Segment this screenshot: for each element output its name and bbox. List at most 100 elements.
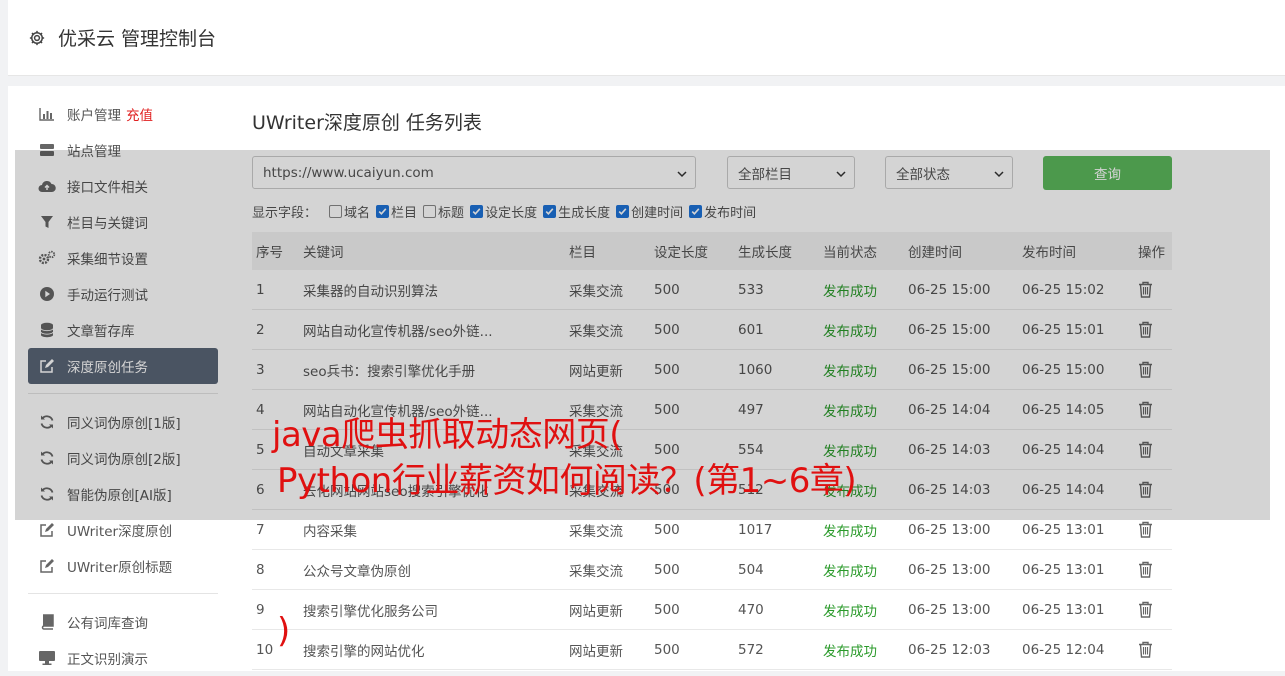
column-header: 栏目 [569, 245, 596, 261]
table-cell: seo兵书：搜索引擎优化手册 [303, 363, 476, 380]
trash-icon[interactable] [1138, 561, 1153, 578]
field-checkbox[interactable]: 创建时间 [616, 202, 683, 221]
trash-icon[interactable] [1138, 481, 1153, 498]
sidebar-item[interactable]: 深度原创任务 [28, 348, 218, 384]
table-cell: 发布成功 [823, 363, 877, 380]
table-cell: 500 [654, 281, 680, 298]
column-header: 设定长度 [654, 245, 708, 261]
fields-label: 显示字段： [252, 206, 318, 221]
table-cell: 500 [654, 361, 680, 378]
table-row: 1 采集器的自动识别算法 采集交流 500 533 发布成功 06-25 15:00 06-2… [252, 270, 1172, 310]
sidebar-item[interactable]: 接口文件相关 [28, 168, 218, 204]
banner-line-2: Python行业薪资如何阅读？(第1~6章) [277, 461, 857, 501]
recharge-link[interactable]: 充值 [126, 104, 153, 124]
sidebar-item[interactable]: 手动运行测试 [28, 276, 218, 312]
site-select[interactable]: https://www.ucaiyun.com [252, 156, 696, 189]
checkbox-checked-icon [689, 205, 703, 218]
table-cell: 网站更新 [569, 363, 623, 380]
trash-icon[interactable] [1138, 401, 1153, 418]
database-icon [38, 321, 56, 339]
chevron-down-icon [994, 167, 1004, 183]
table-cell: 1060 [738, 361, 773, 378]
table-cell: 601 [738, 321, 764, 338]
sidebar-item-label: 站点管理 [67, 144, 121, 160]
sidebar-item-label: 同义词伪原创[2版] [67, 452, 181, 468]
trash-icon[interactable] [1138, 521, 1153, 538]
field-checkbox[interactable]: 发布时间 [689, 202, 756, 221]
sidebar-item[interactable]: 账户管理 充值 [28, 96, 218, 132]
display-fields: 显示字段： 域名 栏目 标题 设定长度 生成长度 创建时间 发布时间 [252, 202, 762, 221]
column-header: 关键词 [303, 245, 344, 261]
banner-line-3: ) [277, 611, 290, 651]
field-checkbox[interactable]: 设定长度 [470, 202, 537, 221]
sidebar-item[interactable]: UWriter原创标题 [28, 548, 218, 584]
sidebar-item[interactable]: 同义词伪原创[1版] [28, 404, 218, 440]
bar-chart-icon [38, 105, 56, 123]
table-cell: 采集器的自动识别算法 [303, 283, 438, 300]
sidebar-item[interactable]: 栏目与关键词 [28, 204, 218, 240]
sidebar-item-label: 智能伪原创[AI版] [67, 488, 172, 504]
sidebar-item[interactable]: 采集细节设置 [28, 240, 218, 276]
sidebar-item-label: 同义词伪原创[1版] [67, 416, 181, 432]
sidebar-item-label: 采集细节设置 [67, 252, 148, 268]
column-header: 当前状态 [823, 245, 877, 261]
sidebar-item-label: 手动运行测试 [67, 288, 148, 304]
sidebar-item[interactable]: 智能伪原创[AI版] [28, 476, 218, 512]
checkbox-empty-icon [423, 205, 437, 218]
field-label: 创建时间 [631, 206, 684, 221]
table-cell: 7 [256, 521, 265, 538]
column-header: 创建时间 [908, 245, 962, 261]
trash-icon[interactable] [1138, 361, 1153, 378]
refresh-icon [38, 413, 56, 431]
table-cell: 2 [256, 321, 265, 338]
column-select[interactable]: 全部栏目 [727, 156, 855, 189]
field-label: 发布时间 [704, 206, 757, 221]
table-cell: 采集交流 [569, 283, 623, 300]
table-cell: 网站自动化宣传机器/seo外链... [303, 323, 493, 340]
sidebar-item-label: 接口文件相关 [67, 180, 148, 196]
table-cell: 06-25 15:00 [1022, 361, 1105, 378]
edit-icon [38, 557, 56, 575]
play-circle-icon [38, 285, 56, 303]
table-cell: 500 [654, 321, 680, 338]
sidebar-item[interactable]: 站点管理 [28, 132, 218, 168]
trash-icon[interactable] [1138, 641, 1153, 658]
field-checkbox[interactable]: 标题 [423, 202, 464, 221]
field-label: 栏目 [391, 206, 418, 221]
checkbox-checked-icon [376, 205, 390, 218]
gear-icon [28, 28, 48, 48]
chevron-down-icon [677, 167, 687, 183]
app-title: 优采云 管理控制台 [58, 28, 217, 50]
table-cell: 8 [256, 561, 265, 578]
table-cell: 10 [256, 641, 274, 658]
status-select[interactable]: 全部状态 [885, 156, 1013, 189]
page-title: UWriter深度原创 任务列表 [252, 112, 482, 134]
field-label: 设定长度 [485, 206, 538, 221]
sidebar-item-label: UWriter深度原创 [67, 524, 173, 540]
field-checkbox[interactable]: 栏目 [376, 202, 417, 221]
sidebar-item[interactable]: 公有词库查询 [28, 604, 218, 640]
table-row: 3 seo兵书：搜索引擎优化手册 网站更新 500 1060 发布成功 06-25 15:0… [252, 350, 1172, 390]
sidebar-item-label: 公有词库查询 [67, 616, 148, 632]
query-button[interactable]: 查询 [1043, 156, 1172, 190]
field-checkbox[interactable]: 生成长度 [543, 202, 610, 221]
table-cell: 06-25 15:01 [1022, 321, 1105, 338]
field-label: 生成长度 [558, 206, 611, 221]
sidebar-item[interactable]: 文章暂存库 [28, 312, 218, 348]
cogs-icon [38, 249, 56, 267]
trash-icon[interactable] [1138, 281, 1153, 298]
checkbox-checked-icon [616, 205, 630, 218]
filter-icon [38, 213, 56, 231]
trash-icon[interactable] [1138, 601, 1153, 618]
table-cell: 3 [256, 361, 265, 378]
sidebar-item-label: 栏目与关键词 [67, 216, 148, 232]
sidebar-item[interactable]: 同义词伪原创[2版] [28, 440, 218, 476]
table-cell: 6 [256, 481, 265, 498]
trash-icon[interactable] [1138, 321, 1153, 338]
field-checkbox[interactable]: 域名 [329, 202, 370, 221]
book-icon [38, 613, 56, 631]
sidebar-item[interactable]: UWriter深度原创 [28, 512, 218, 548]
trash-icon[interactable] [1138, 441, 1153, 458]
table-cell: 06-25 15:02 [1022, 281, 1105, 298]
checkbox-empty-icon [329, 205, 343, 218]
